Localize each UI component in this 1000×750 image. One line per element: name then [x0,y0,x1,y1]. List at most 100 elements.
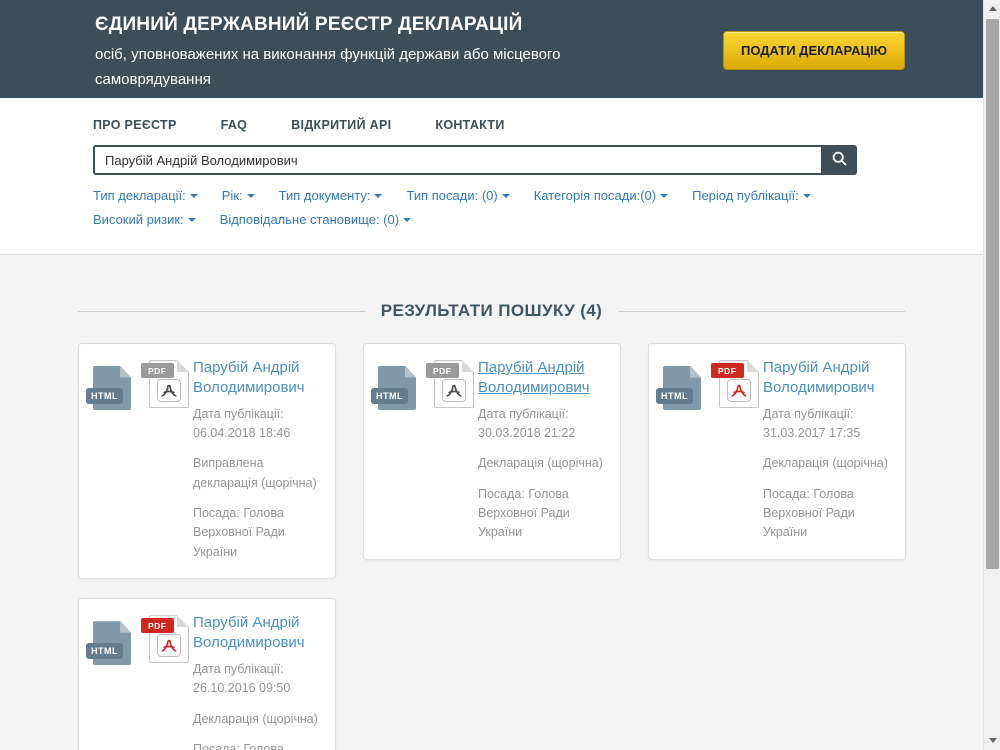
result-card: HTML PDF Парубій Андрій Володимирович [363,343,621,560]
pdf-file-icon[interactable]: PDF [149,615,189,663]
submit-declaration-button[interactable]: ПОДАТИ ДЕКЛАРАЦІЮ [723,31,905,70]
search-input[interactable] [93,145,821,175]
result-card: HTML PDF Парубій Андрій Володимирович [78,598,336,750]
html-file-icon[interactable]: HTML [93,366,131,410]
filter-high-risk[interactable]: Високий ризик: [93,212,196,227]
publication-date: Дата публікації: 26.10.2016 09:50 [193,660,323,699]
nav-open-api[interactable]: ВІДКРИТИЙ API [291,118,391,132]
filters-row-1: Тип декларації: Рік: Тип документу: Тип … [93,188,983,203]
acrobat-icon [157,634,181,657]
filter-label: Тип документу: [279,188,371,203]
card-body: Парубій Андрій Володимирович Дата публік… [193,613,323,750]
acrobat-icon [442,379,466,402]
results-heading: РЕЗУЛЬТАТИ ПОШУКУ (4) [78,301,905,321]
publication-date: Дата публікації: 31.03.2017 17:35 [763,405,893,444]
site-header: ЄДИНИЙ ДЕРЖАВНИЙ РЕЄСТР ДЕКЛАРАЦІЙ осіб,… [0,0,983,98]
declaration-type: Декларація (щорічна) [763,454,893,473]
result-card: HTML PDF Парубій Андрій Володимирович [78,343,336,579]
chevron-down-icon [190,194,198,198]
position-text: Посада: Голова Верховної Ради України [478,485,608,543]
date-value: 06.04.2018 18:46 [193,424,323,443]
date-label: Дата публікації: [763,405,893,424]
chevron-down-icon [660,194,668,198]
acrobat-icon [157,379,181,402]
file-fold [177,615,189,627]
search-button[interactable] [821,145,857,175]
declaration-person-link[interactable]: Парубій Андрій Володимирович [763,358,893,398]
html-badge: HTML [656,388,693,404]
pdf-badge: PDF [141,363,174,378]
html-file-icon[interactable]: HTML [93,621,131,665]
declaration-type: Виправлена декларація (щорічна) [193,454,323,493]
main-nav: ПРО РЕЄСТР FAQ ВІДКРИТИЙ API КОНТАКТИ [93,118,983,132]
filter-label: Високий ризик: [93,212,184,227]
filter-label: Тип декларації: [93,188,186,203]
pdf-file-icon[interactable]: PDF [434,360,474,408]
site-subtitle: осіб, уповноважених на виконання функцій… [95,42,640,92]
filter-position-category[interactable]: Категорія посади:(0) [534,188,668,203]
date-label: Дата публікації: [478,405,608,424]
position-text: Посада: Голова Верховної Ради України [193,740,323,750]
html-file-icon[interactable]: HTML [663,366,701,410]
filter-label: Відповідальне становище: (0) [220,212,399,227]
html-badge: HTML [86,643,123,659]
card-file-icons: HTML PDF [93,358,193,418]
card-body: Парубій Андрій Володимирович Дата публік… [478,358,608,543]
scrollbar-thumb[interactable] [986,19,999,569]
chevron-down-icon [803,194,811,198]
results-grid: HTML PDF Парубій Андрій Володимирович [78,343,905,750]
filter-document-type[interactable]: Тип документу: [279,188,383,203]
date-value: 30.03.2018 21:22 [478,424,608,443]
pdf-badge: PDF [141,618,174,633]
filter-label: Рік: [222,188,243,203]
publication-date: Дата публікації: 06.04.2018 18:46 [193,405,323,444]
nav-contacts[interactable]: КОНТАКТИ [435,118,504,132]
chevron-down-icon [403,218,411,222]
pdf-file-icon[interactable]: PDF [719,360,759,408]
declaration-person-link[interactable]: Парубій Андрій Володимирович [193,613,323,653]
filter-year[interactable]: Рік: [222,188,255,203]
search-row [93,145,857,175]
chevron-down-icon [247,194,255,198]
scroll-down-arrow-icon[interactable] [984,732,1000,748]
filters-row-2: Високий ризик: Відповідальне становище: … [93,212,983,227]
position-text: Посада: Голова Верховної Ради України [763,485,893,543]
nav-about-register[interactable]: ПРО РЕЄСТР [93,118,177,132]
search-panel: ПРО РЕЄСТР FAQ ВІДКРИТИЙ API КОНТАКТИ Ти… [0,98,983,255]
declaration-person-link[interactable]: Парубій Андрій Володимирович [193,358,323,398]
filter-declaration-type[interactable]: Тип декларації: [93,188,198,203]
vertical-scrollbar[interactable] [983,0,1000,750]
html-file-icon[interactable]: HTML [378,366,416,410]
card-file-icons: HTML PDF [663,358,763,418]
html-badge: HTML [371,388,408,404]
file-fold [177,360,189,372]
pdf-file-icon[interactable]: PDF [149,360,189,408]
filter-position-type[interactable]: Тип посади: (0) [406,188,509,203]
filter-label: Період публікації: [692,188,799,203]
file-fold [747,360,759,372]
chevron-down-icon [374,194,382,198]
filter-publication-period[interactable]: Період публікації: [692,188,811,203]
filter-label: Тип посади: (0) [406,188,497,203]
search-icon [832,151,847,169]
filter-responsible-position[interactable]: Відповідальне становище: (0) [220,212,411,227]
filter-label: Категорія посади:(0) [534,188,656,203]
card-file-icons: HTML PDF [93,613,193,673]
date-value: 26.10.2016 09:50 [193,679,323,698]
date-label: Дата публікації: [193,405,323,424]
chevron-down-icon [502,194,510,198]
card-file-icons: HTML PDF [378,358,478,418]
position-text: Посада: Голова Верховної Ради України [193,504,323,562]
scroll-up-arrow-icon[interactable] [984,0,1000,16]
pdf-badge: PDF [711,363,744,378]
date-label: Дата публікації: [193,660,323,679]
nav-faq[interactable]: FAQ [221,118,248,132]
html-badge: HTML [86,388,123,404]
declaration-person-link[interactable]: Парубій Андрій Володимирович [478,358,608,398]
publication-date: Дата публікації: 30.03.2018 21:22 [478,405,608,444]
file-fold [462,360,474,372]
acrobat-icon [727,379,751,402]
results-area: РЕЗУЛЬТАТИ ПОШУКУ (4) HTML PDF [0,255,983,750]
pdf-badge: PDF [426,363,459,378]
declaration-type: Декларація (щорічна) [193,710,323,729]
